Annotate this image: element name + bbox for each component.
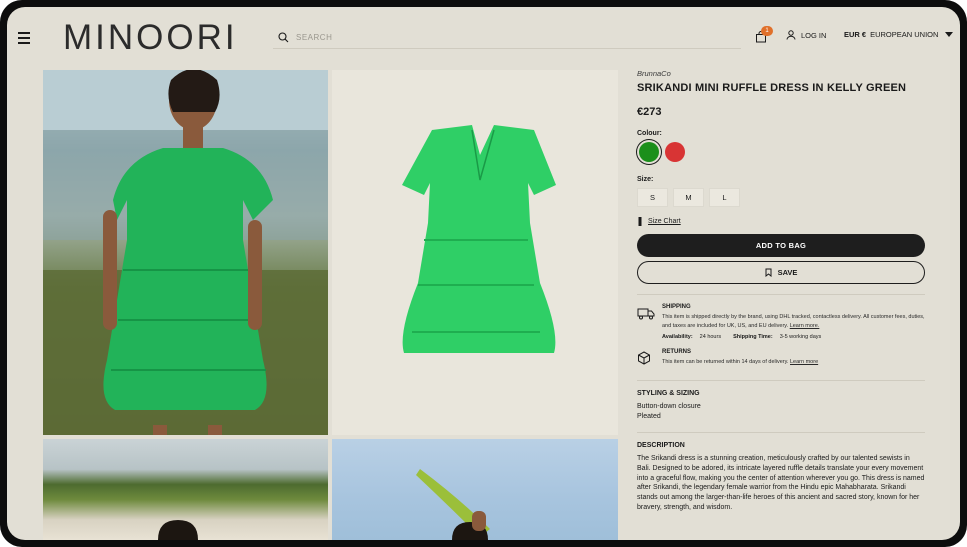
divider (637, 380, 925, 381)
brand-name[interactable]: BrunnaCo (637, 69, 925, 78)
shipping-text: This item is shipped directly by the bra… (662, 314, 925, 329)
returns-title: RETURNS (662, 349, 692, 355)
returns-text: This item can be returned within 14 days… (662, 359, 819, 365)
shipping-availability: Availability: 24 hours Shipping Time: 3-5 … (662, 334, 822, 340)
save-button[interactable]: SAVE (637, 261, 925, 284)
product-photo-model-sea[interactable] (43, 70, 328, 435)
search-icon (278, 32, 289, 43)
styling-list: Button-down closure Pleated (637, 402, 925, 422)
size-l-button[interactable]: L (709, 188, 740, 207)
site-logo[interactable]: MINOORI (63, 18, 238, 58)
shipping-learn-more-link[interactable]: Learn more. (790, 323, 820, 329)
search-bar[interactable] (273, 27, 741, 49)
beach-illustration (158, 520, 198, 540)
chevron-down-icon (945, 32, 954, 37)
product-photo-leaf[interactable] (332, 439, 618, 540)
swatch-green[interactable] (639, 142, 659, 162)
add-to-bag-button[interactable]: ADD TO BAG (637, 234, 925, 257)
description-title: DESCRIPTION (637, 442, 685, 449)
region-label: EUROPEAN UNION (870, 30, 939, 39)
product-photo-flatlay[interactable] (332, 70, 618, 435)
returns-learn-more-link[interactable]: Learn more (790, 359, 818, 365)
description-text: The Srikandi dress is a stunning creatio… (637, 455, 925, 511)
size-chart-label: Size Chart (648, 218, 681, 225)
returns-info: RETURNS This item can be returned within… (637, 349, 925, 370)
size-s-button[interactable]: S (637, 188, 668, 207)
model-illustration (43, 70, 328, 435)
divider (637, 294, 925, 295)
size-options: S M L (637, 188, 925, 207)
size-label: Size: (637, 176, 654, 183)
product-details: BrunnaCo SRIKANDI MINI RUFFLE DRESS IN K… (637, 69, 925, 513)
ruler-icon (638, 217, 642, 226)
leaf-illustration (416, 469, 490, 540)
cart-count-badge: 1 (761, 26, 773, 36)
save-label: SAVE (777, 268, 798, 277)
divider (637, 432, 925, 433)
size-chart-link[interactable]: Size Chart (637, 217, 925, 226)
device-frame: MINOORI 1 LOG IN EUR € EUROPEAN UNION (0, 0, 967, 547)
search-input[interactable] (296, 33, 696, 42)
box-icon (638, 351, 650, 365)
colour-label: Colour: (637, 130, 662, 137)
styling-title: STYLING & SIZING (637, 390, 700, 397)
cart-button[interactable]: 1 (755, 26, 773, 45)
truck-icon (637, 308, 655, 320)
user-icon (786, 30, 796, 40)
site-header: MINOORI 1 LOG IN EUR € EUROPEAN UNION (7, 7, 960, 67)
currency-selector[interactable]: EUR € EUROPEAN UNION (844, 30, 954, 39)
colour-swatches (637, 142, 925, 162)
styling-item: Button-down closure (637, 403, 701, 410)
product-price: €273 (637, 106, 662, 118)
product-photo-beach[interactable] (43, 439, 328, 540)
shipping-title: SHIPPING (662, 304, 691, 310)
shipping-info: SHIPPING This item is shipped directly b… (637, 304, 925, 340)
screen: MINOORI 1 LOG IN EUR € EUROPEAN UNION (7, 7, 960, 540)
login-link[interactable]: LOG IN (786, 30, 826, 40)
dress-illustration (402, 125, 556, 353)
menu-icon[interactable] (18, 32, 30, 44)
bookmark-icon (765, 268, 772, 277)
swatch-red[interactable] (665, 142, 685, 162)
login-label: LOG IN (801, 30, 827, 40)
currency-code: EUR € (844, 30, 867, 39)
product-title: SRIKANDI MINI RUFFLE DRESS IN KELLY GREE… (637, 82, 907, 94)
styling-item: Pleated (637, 413, 661, 420)
size-m-button[interactable]: M (673, 188, 704, 207)
